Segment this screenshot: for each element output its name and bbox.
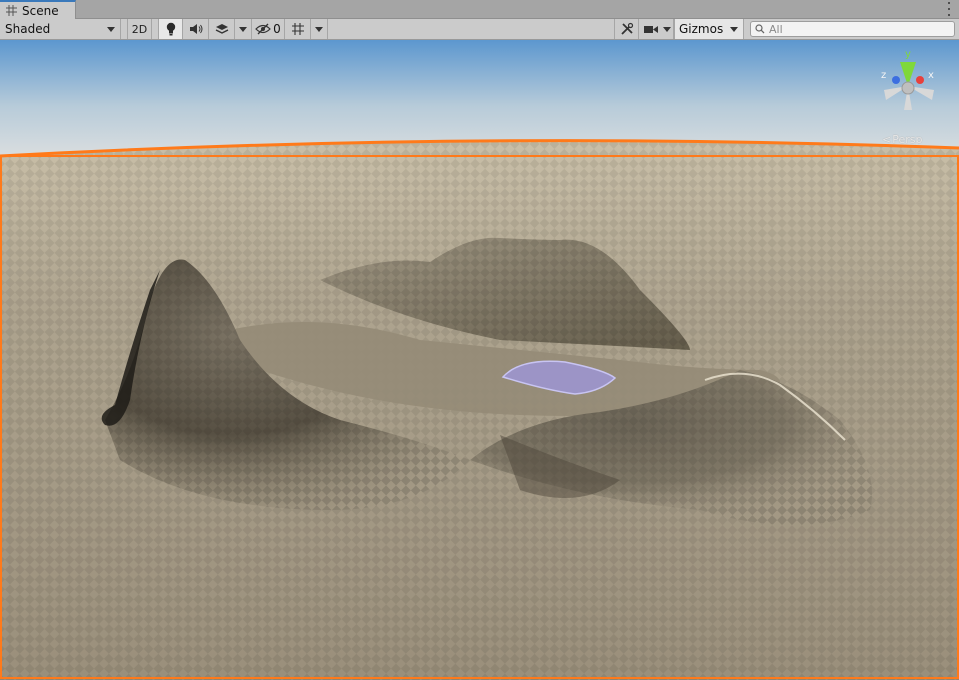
speaker-icon [190, 24, 203, 34]
gizmos-label: Gizmos [679, 22, 724, 36]
axis-x-label: x [928, 70, 934, 81]
panel-menu-icon[interactable] [947, 2, 951, 16]
camera-icon [643, 25, 658, 33]
tab-bar: Scene [0, 0, 959, 19]
search-icon [755, 24, 765, 34]
chevron-down-icon [107, 26, 115, 32]
grid-icon [6, 5, 17, 16]
scene-viewport[interactable]: y z x <Persp [0, 40, 959, 680]
hidden-objects-toggle[interactable]: 0 [252, 19, 285, 39]
grid-dropdown-button[interactable] [311, 19, 328, 39]
chevron-down-icon [239, 26, 247, 32]
grid-toggle-button[interactable] [286, 19, 311, 39]
chevron-left-icon: < [882, 133, 892, 146]
lightbulb-icon [166, 22, 175, 36]
gizmos-dropdown[interactable]: Gizmos [674, 19, 744, 39]
projection-label: Persp [892, 133, 923, 146]
toggle-2d-button[interactable]: 2D [127, 19, 152, 39]
projection-toggle[interactable]: <Persp [882, 133, 922, 146]
effects-layers-icon [215, 24, 229, 34]
effects-dropdown-button[interactable] [235, 19, 252, 39]
shading-mode-label: Shaded [5, 22, 51, 36]
scene-toolbar: Shaded 2D 0 Gizmos All [0, 19, 959, 40]
tab-label: Scene [22, 3, 59, 18]
wrench-icon [620, 22, 633, 35]
scene-window: Scene Shaded 2D 0 Gizmos All y z x <Pers… [0, 0, 959, 680]
terrain-render [0, 40, 959, 680]
hidden-count: 0 [273, 22, 281, 36]
toggle-2d-label: 2D [131, 22, 148, 36]
lighting-toggle-button[interactable] [158, 19, 183, 39]
chevron-down-icon [315, 26, 323, 32]
tools-button[interactable] [614, 19, 639, 39]
chevron-down-icon [730, 26, 738, 32]
camera-settings-button[interactable] [640, 19, 674, 39]
grid-snap-icon [292, 23, 304, 35]
tab-scene[interactable]: Scene [0, 0, 76, 19]
orientation-gizmo[interactable]: y z x [876, 48, 940, 122]
search-field[interactable] [750, 21, 955, 37]
axis-y-label: y [905, 49, 911, 60]
eye-hidden-icon [255, 23, 272, 35]
effects-toggle-button[interactable] [210, 19, 235, 39]
chevron-down-icon [662, 26, 671, 32]
axis-z-label: z [881, 70, 886, 81]
shading-mode-dropdown[interactable]: Shaded [0, 19, 121, 39]
audio-toggle-button[interactable] [184, 19, 209, 39]
search-input[interactable] [769, 22, 949, 36]
